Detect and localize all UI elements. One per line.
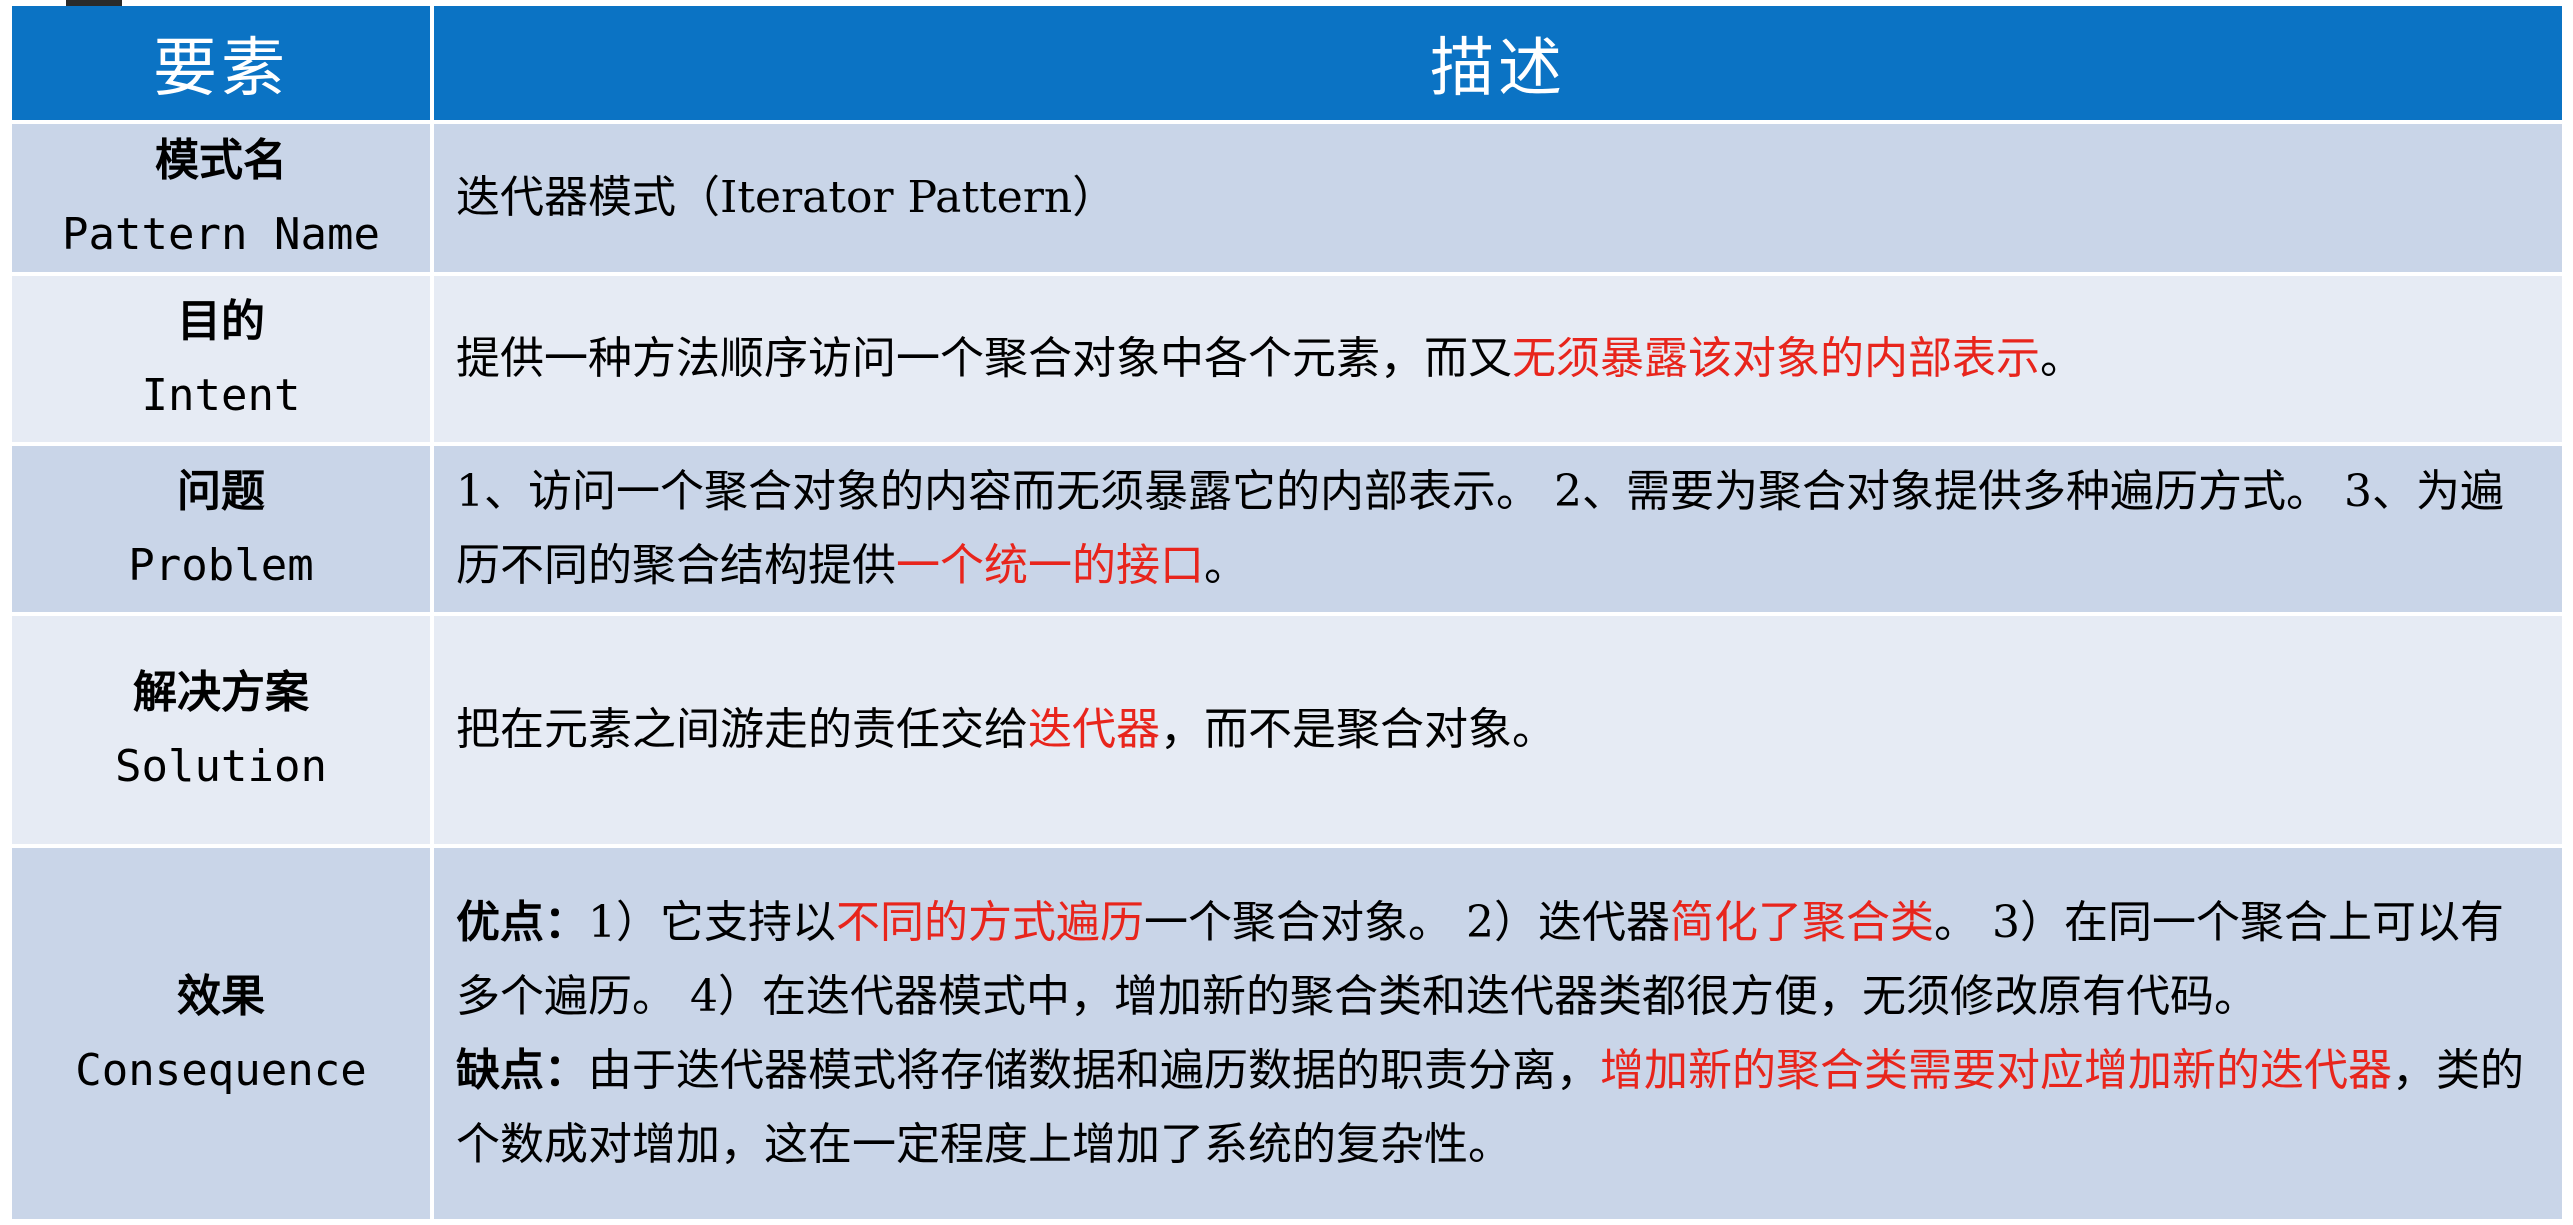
- desc-text: 提供一种方法顺序访问一个聚合对象中各个元素，而又: [456, 333, 1512, 384]
- label-en: Pattern Name: [62, 209, 380, 260]
- label-zh: 解决方案: [133, 667, 309, 718]
- row-desc-solution: 把在元素之间游走的责任交给迭代器，而不是聚合对象。: [434, 616, 2566, 848]
- label-zh: 问题: [177, 466, 265, 517]
- row-label-consequence: 效果 Consequence: [12, 848, 434, 1223]
- row-desc-consequence: 优点：1）它支持以不同的方式遍历一个聚合对象。 2）迭代器简化了聚合类。 3）在…: [434, 848, 2566, 1223]
- table-row: 效果 Consequence 优点：1）它支持以不同的方式遍历一个聚合对象。 2…: [12, 848, 2566, 1223]
- row-label-problem: 问题 Problem: [12, 446, 434, 616]
- row-label-intent: 目的 Intent: [12, 276, 434, 446]
- desc-text: 由于迭代器模式将存储数据和遍历数据的职责分离，: [588, 1044, 1600, 1096]
- desc-text: 1）它支持以: [588, 896, 836, 948]
- row-desc-problem: 1、访问一个聚合对象的内容而无须暴露它的内部表示。 2、需要为聚合对象提供多种遍…: [434, 446, 2566, 616]
- table-row: 目的 Intent 提供一种方法顺序访问一个聚合对象中各个元素，而又无须暴露该对…: [12, 276, 2566, 446]
- label-en: Problem: [128, 540, 314, 591]
- desc-emphasis: 一个统一的接口: [896, 540, 1204, 591]
- cons-paragraph: 缺点：由于迭代器模式将存储数据和遍历数据的职责分离，增加新的聚合类需要对应增加新…: [456, 1034, 2546, 1182]
- desc-text: 。: [2040, 333, 2084, 384]
- desc-text: 一个聚合对象。 2）迭代器: [1144, 896, 1670, 948]
- desc-emphasis: 简化了聚合类: [1669, 896, 1934, 948]
- pattern-table: 要素 描述 模式名 Pattern Name 迭代器模式（Iterator Pa…: [12, 6, 2566, 1223]
- label-en: Intent: [141, 370, 301, 421]
- table-row: 问题 Problem 1、访问一个聚合对象的内容而无须暴露它的内部表示。 2、需…: [12, 446, 2566, 616]
- desc-text: 。: [1204, 540, 1248, 591]
- row-label-solution: 解决方案 Solution: [12, 616, 434, 848]
- row-desc-pattern-name: 迭代器模式（Iterator Pattern）: [434, 124, 2566, 276]
- desc-text: ，而不是聚合对象。: [1160, 704, 1556, 755]
- desc-emphasis: 增加新的聚合类需要对应增加新的迭代器: [1600, 1044, 2392, 1096]
- label-zh: 效果: [177, 970, 265, 1022]
- desc-emphasis: 迭代器: [1028, 704, 1160, 755]
- desc-text: 1、访问一个聚合对象的内容而无须暴露它的内部表示。 2、需要为聚合对象提供多种遍…: [456, 466, 2504, 591]
- desc-emphasis: 不同的方式遍历: [836, 896, 1144, 948]
- table-row: 模式名 Pattern Name 迭代器模式（Iterator Pattern）: [12, 124, 2566, 276]
- label-en: Consequence: [75, 1044, 367, 1096]
- desc-text: 把在元素之间游走的责任交给: [456, 704, 1028, 755]
- cons-label: 缺点：: [456, 1044, 588, 1096]
- row-desc-intent: 提供一种方法顺序访问一个聚合对象中各个元素，而又无须暴露该对象的内部表示。: [434, 276, 2566, 446]
- header-description: 描述: [434, 6, 2566, 124]
- label-zh: 模式名: [155, 135, 287, 186]
- table-row: 解决方案 Solution 把在元素之间游走的责任交给迭代器，而不是聚合对象。: [12, 616, 2566, 848]
- label-en: Solution: [115, 741, 327, 792]
- pros-label: 优点：: [456, 896, 588, 948]
- header-element: 要素: [12, 6, 434, 124]
- header-row: 要素 描述: [12, 6, 2566, 124]
- desc-text: 迭代器模式（Iterator Pattern）: [456, 172, 1117, 223]
- desc-emphasis: 无须暴露该对象的内部表示: [1512, 333, 2040, 384]
- label-zh: 目的: [177, 296, 265, 347]
- pros-paragraph: 优点：1）它支持以不同的方式遍历一个聚合对象。 2）迭代器简化了聚合类。 3）在…: [456, 886, 2546, 1034]
- row-label-pattern-name: 模式名 Pattern Name: [12, 124, 434, 276]
